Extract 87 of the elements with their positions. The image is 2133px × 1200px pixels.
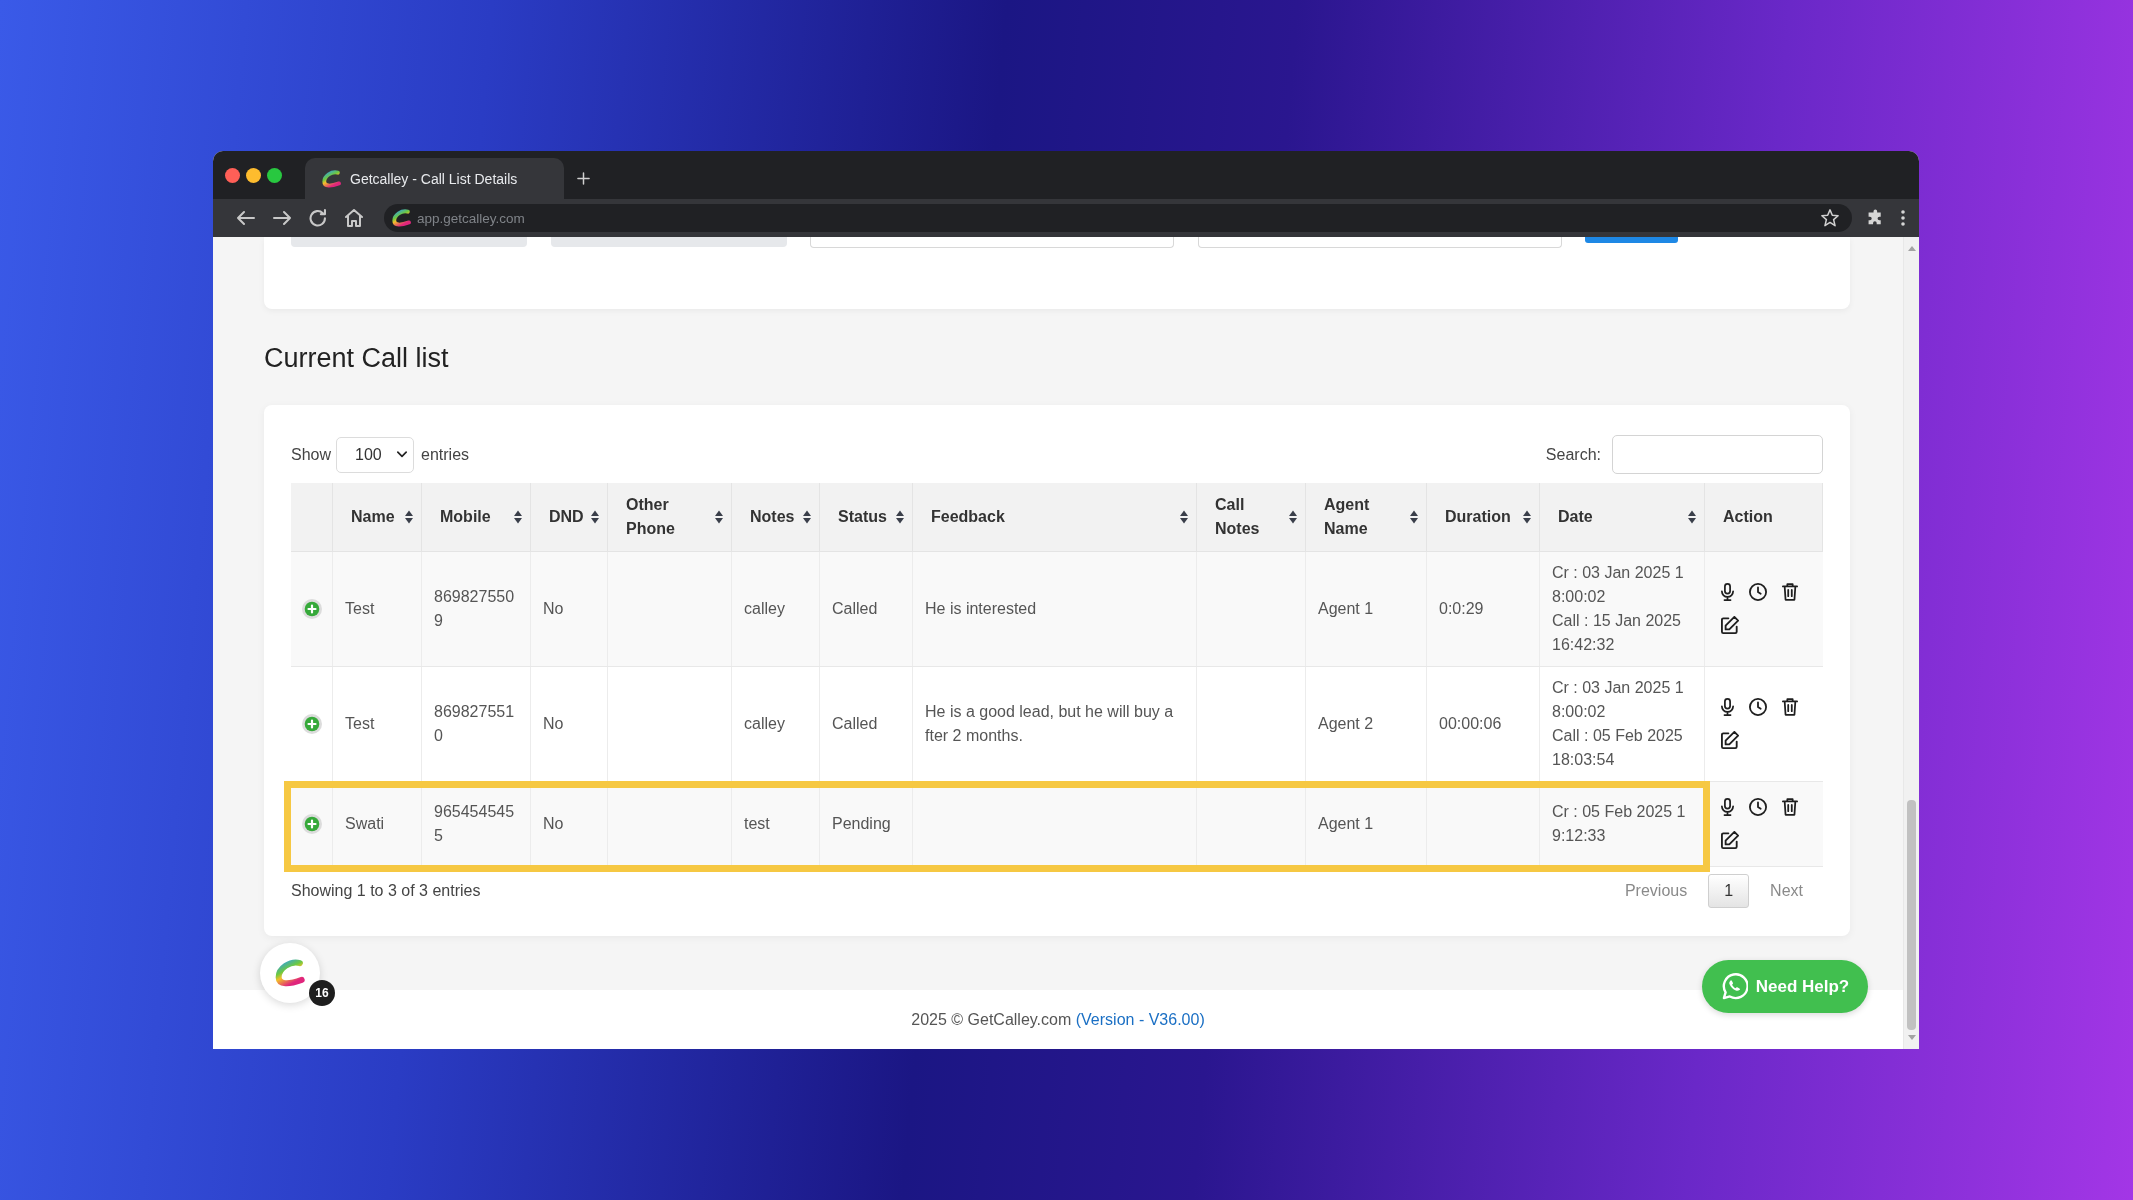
address-bar[interactable]: app.getcalley.com [384, 204, 1852, 232]
table-info: Showing 1 to 3 of 3 entries [291, 882, 481, 900]
column-header: Action [1705, 483, 1823, 551]
table-cell: calley [732, 667, 820, 781]
menu-icon[interactable] [1901, 210, 1905, 226]
call-date: Call : 05 Feb 2025 18:03:54 [1552, 726, 1684, 770]
table-cell: No [531, 552, 608, 666]
table-cell: 9654545455 [422, 782, 531, 866]
column-header[interactable]: Other Phone [608, 483, 732, 551]
plus-circle-icon[interactable] [301, 714, 322, 734]
clock-icon[interactable] [1749, 583, 1767, 601]
trash-icon[interactable] [1782, 698, 1798, 716]
logo-icon [392, 209, 411, 227]
column-header[interactable]: Date [1540, 483, 1705, 551]
table-cell: 0:0:29 [1427, 552, 1540, 666]
microphone-icon[interactable] [1721, 798, 1734, 816]
plus-circle-icon[interactable] [301, 599, 322, 619]
table-cell: 8698275509 [422, 552, 531, 666]
browser-tab[interactable]: Getcalley - Call List Details [305, 158, 564, 199]
window-zoom-icon[interactable] [267, 167, 282, 183]
table-cell: No [531, 667, 608, 781]
page-button[interactable]: 1 [1708, 874, 1750, 908]
edit-icon[interactable] [1721, 616, 1739, 634]
table-cell: Agent 2 [1306, 667, 1427, 781]
table-cell: No [531, 782, 608, 866]
column-header[interactable]: Agent Name [1306, 483, 1427, 551]
window-minimize-icon[interactable] [246, 167, 261, 183]
entries-label: entries [421, 445, 470, 464]
caret-icon [397, 451, 408, 458]
input-field[interactable] [291, 237, 527, 247]
input-field[interactable] [810, 237, 1174, 248]
column-header[interactable]: Mobile [422, 483, 531, 551]
trash-icon[interactable] [1782, 798, 1798, 816]
table-cell: calley [732, 552, 820, 666]
reload-icon[interactable] [309, 209, 327, 227]
column-header[interactable]: Duration [1427, 483, 1540, 551]
back-arrow-icon[interactable] [237, 209, 255, 227]
edit-icon[interactable] [1721, 731, 1739, 749]
search-label: Search: [1545, 445, 1601, 464]
page-size-select[interactable]: 100 [336, 436, 415, 473]
table-cell: Swati [333, 782, 422, 866]
home-icon[interactable] [345, 209, 363, 227]
created-date: Cr : 05 Feb 2025 19:12:33 [1552, 802, 1687, 846]
table-cell: Pending [820, 782, 913, 866]
table-cell: Test [333, 667, 422, 781]
table-cell: Called [820, 667, 913, 781]
scrollbar[interactable] [1903, 237, 1919, 1049]
plus-icon[interactable] [577, 172, 590, 185]
column-header[interactable]: Name [333, 483, 422, 551]
table-cell: Agent 1 [1306, 782, 1427, 866]
microphone-icon[interactable] [1721, 698, 1734, 716]
microphone-icon[interactable] [1721, 583, 1734, 601]
footer-text: 2025 © GetCalley.com (Version - V36.00) [911, 1010, 1205, 1029]
chat-phone-icon [1720, 973, 1748, 1000]
table-cell: Called [820, 552, 913, 666]
trash-icon[interactable] [1782, 583, 1798, 601]
table-cell: test [732, 782, 820, 866]
clock-icon[interactable] [1749, 698, 1767, 716]
edit-icon[interactable] [1721, 831, 1739, 849]
table-cell: Test [333, 552, 422, 666]
show-label: Show [291, 445, 332, 464]
table-cell: He is interested [913, 552, 1197, 666]
window-close-icon[interactable] [225, 167, 240, 183]
plus-circle-icon[interactable] [301, 814, 322, 834]
input-field[interactable] [1197, 237, 1562, 248]
page-title: Current Call list [264, 342, 449, 375]
clock-icon[interactable] [1749, 798, 1767, 816]
column-header[interactable]: DND [531, 483, 608, 551]
call-date: Call : 15 Jan 2025 16:42:32 [1552, 611, 1682, 655]
table-cell: He is a good lead, but he will buy after 2 months. [913, 667, 1197, 781]
column-header[interactable]: Notes [732, 483, 820, 551]
star-icon[interactable] [1821, 209, 1839, 227]
table-cell: 00:00:06 [1427, 667, 1540, 781]
table-cell: 8698275510 [422, 667, 531, 781]
input-field[interactable] [550, 237, 787, 247]
scrollbar-thumb[interactable] [1907, 800, 1916, 1030]
logo-icon [275, 959, 305, 987]
created-date: Cr : 03 Jan 2025 18:00:02 [1552, 563, 1685, 607]
version-link[interactable]: (Version - V36.00) [1075, 1010, 1205, 1028]
column-header[interactable]: Feedback [913, 483, 1197, 551]
search-field[interactable] [1612, 435, 1823, 474]
forward-arrow-icon[interactable] [273, 209, 291, 227]
created-date: Cr : 03 Jan 2025 18:00:02 [1552, 678, 1685, 722]
table-cell: Agent 1 [1306, 552, 1427, 666]
logo-icon [322, 169, 341, 188]
column-header[interactable]: Status [820, 483, 913, 551]
column-header[interactable]: Call Notes [1197, 483, 1306, 551]
